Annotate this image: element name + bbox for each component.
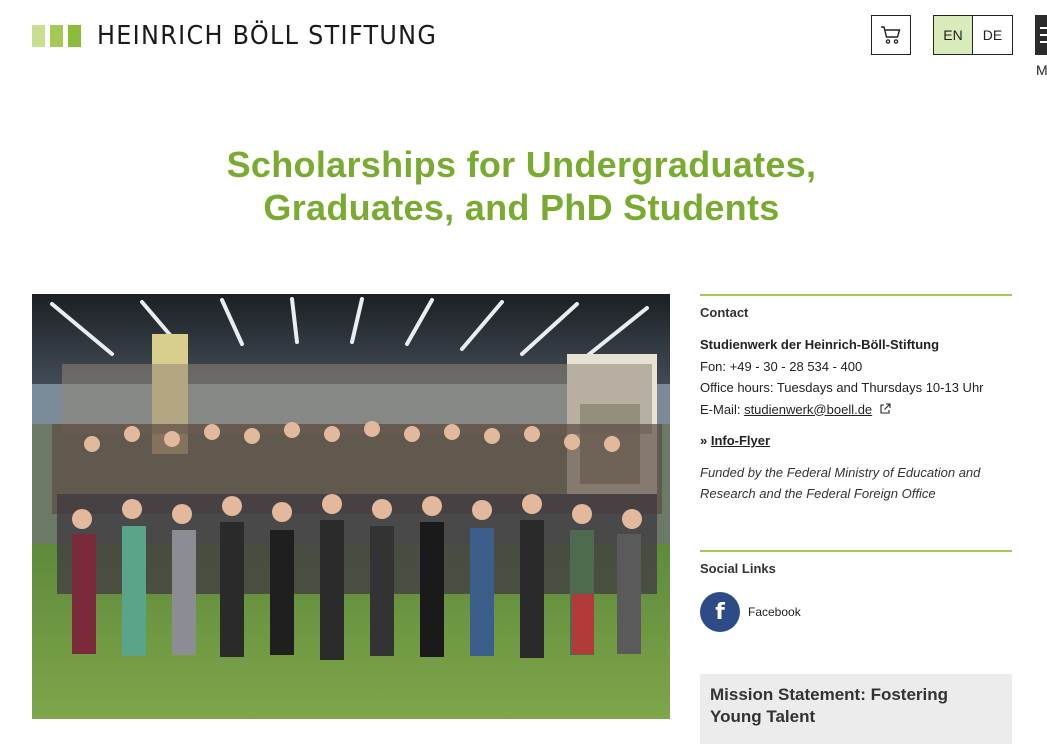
language-switcher: EN DE [933,15,1013,55]
contact-block: Studienwerk der Heinrich-Böll-Stiftung F… [700,334,1012,420]
cart-icon [881,26,901,44]
divider [700,294,1012,296]
email-label: E-Mail: [700,401,745,417]
contact-hours: Office hours: Tuesdays and Thursdays 10-… [700,380,984,395]
menu-label[interactable]: M [1036,62,1047,78]
group-photo [32,294,670,719]
page-title-line1: Scholarships for Undergraduates, [226,144,817,185]
logo-text: HEINRICH BÖLL STIFTUNG [97,21,438,51]
facebook-icon: f [700,592,740,632]
contact-email-row: E-Mail: studienwerk@boell.de [700,399,1012,421]
page-title: Scholarships for Undergraduates, Graduat… [0,143,1043,229]
info-flyer-row: » Info-Flyer [700,433,1012,448]
divider [700,550,1012,552]
funding-note: Funded by the Federal Ministry of Educat… [700,465,981,501]
lang-de-button[interactable]: DE [973,16,1012,54]
page-title-line2: Graduates, and PhD Students [263,187,780,228]
lang-en-button[interactable]: EN [934,16,973,54]
site-logo[interactable]: HEINRICH BÖLL STIFTUNG [32,21,467,51]
social-section: Social Links f Facebook [700,550,1012,632]
cart-button[interactable] [871,15,911,55]
info-prefix: » [700,433,711,448]
menu-button[interactable] [1035,15,1047,55]
contact-org: Studienwerk der Heinrich-Böll-Stiftung [700,337,940,352]
facebook-link[interactable]: f Facebook [700,592,1012,632]
email-link[interactable]: studienwerk@boell.de [744,402,872,417]
mission-title: Mission Statement: Fostering Young Talen… [710,685,949,726]
facebook-label: Facebook [748,605,801,619]
info-flyer-link[interactable]: Info-Flyer [711,433,770,448]
social-heading: Social Links [700,561,776,576]
mission-statement-card[interactable]: Mission Statement: Fostering Young Talen… [700,674,1012,744]
contact-phone: Fon: +49 - 30 - 28 534 - 400 [700,358,863,374]
sidebar: Contact Studienwerk der Heinrich-Böll-St… [700,294,1012,744]
external-link-icon [880,402,891,414]
logo-mark-icon [32,25,81,47]
contact-heading: Contact [700,305,749,320]
